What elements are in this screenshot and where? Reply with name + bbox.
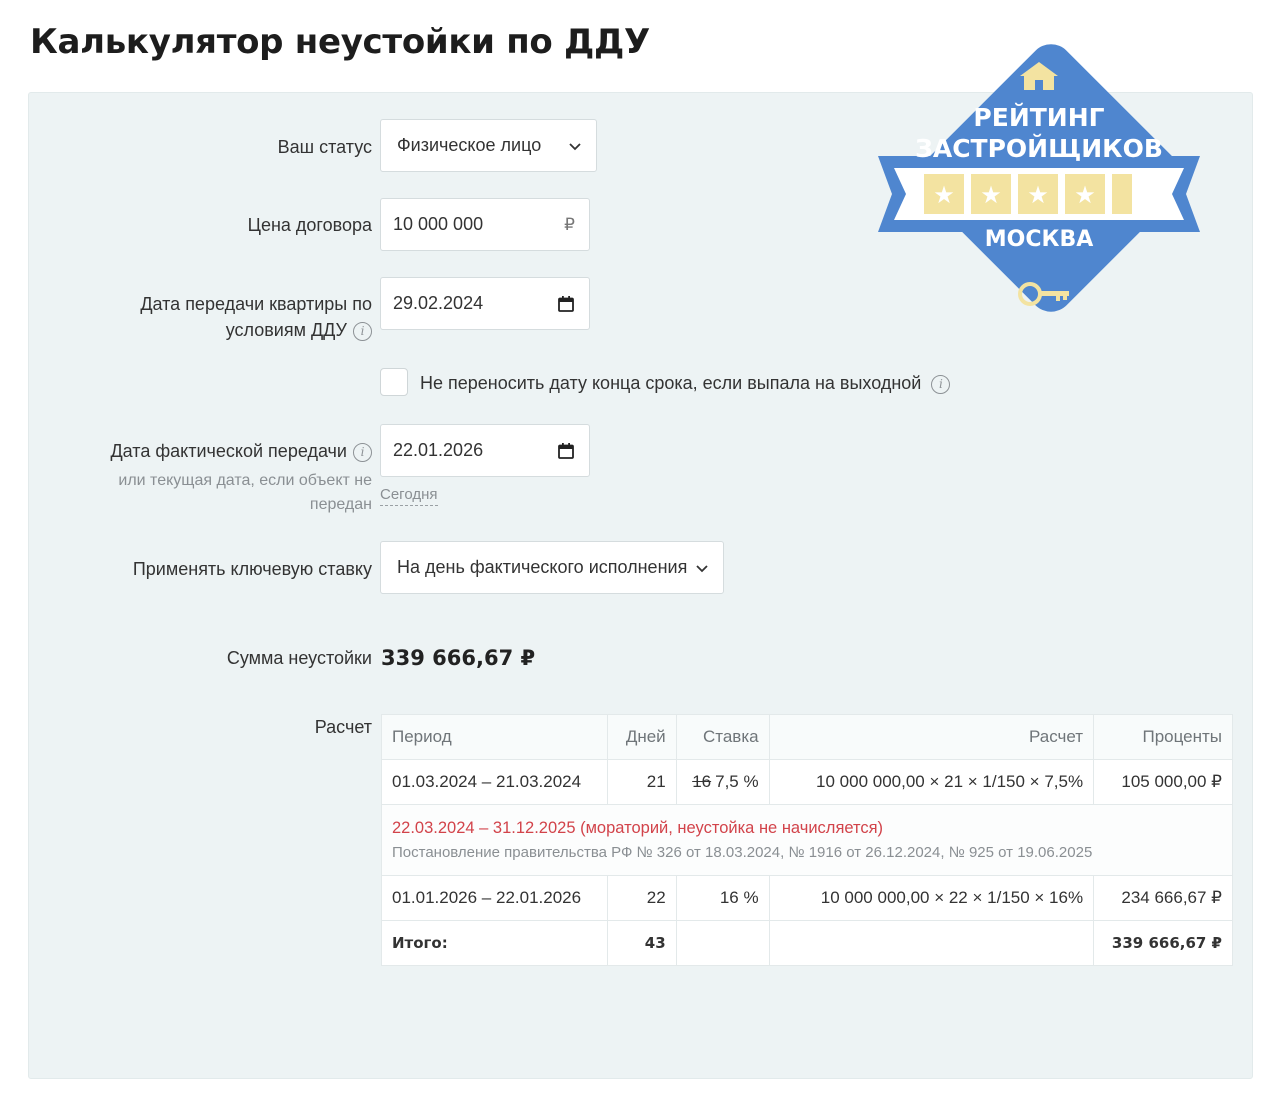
- badge-line1: РЕЙТИНГ: [973, 103, 1104, 132]
- info-icon[interactable]: i: [931, 374, 951, 394]
- header-period: Период: [381, 714, 608, 760]
- no-shift-label-text: Не переносить дату конца срока, если вып…: [420, 373, 922, 393]
- transfer-date-label-line1: Дата передачи квартиры по: [140, 294, 372, 314]
- total-empty-calc: [768, 920, 1095, 966]
- moratorium-text: 22.03.2024 – 31.12.2025 (мораторий, неус…: [392, 819, 884, 837]
- badge-city: МОСКВА: [985, 227, 1094, 252]
- key-rate-select[interactable]: На день фактического исполнения: [380, 541, 724, 594]
- status-select-value: Физическое лицо: [397, 135, 542, 155]
- actual-date-hint-line2: передан: [309, 496, 372, 513]
- svg-text:★: ★: [1027, 181, 1049, 209]
- transfer-date-label-line2: условиям ДДУ: [225, 320, 347, 340]
- rating-badge-logo: ★ ★ ★ ★ РЕЙТИНГ ЗАСТРОЙЩИКОВ МОСКВА: [878, 44, 1200, 312]
- price-input-value: 10 000 000: [393, 214, 484, 234]
- key-rate-select-value: На день фактического исполнения: [397, 557, 688, 577]
- total-label: Итого:: [381, 920, 608, 966]
- total-empty-rate: [675, 920, 770, 966]
- moratorium-row: 22.03.2024 – 31.12.2025 (мораторий, неус…: [381, 804, 1233, 876]
- transfer-date-label: Дата передачи квартиры по условиям ДДУ i: [140, 291, 372, 343]
- page-title: Калькулятор неустойки по ДДУ: [30, 22, 650, 62]
- moratorium-cell: 22.03.2024 – 31.12.2025 (мораторий, неус…: [381, 804, 1233, 876]
- actual-date-label-text: Дата фактической передачи: [110, 441, 347, 461]
- row-period: 01.01.2026 – 22.01.2026: [381, 875, 608, 921]
- table-header-row: Период Дней Ставка Расчет Проценты: [381, 714, 1233, 760]
- row-days: 22: [606, 875, 677, 921]
- row-rate: 16 %: [675, 875, 770, 921]
- currency-suffix: ₽: [564, 214, 575, 234]
- calendar-icon[interactable]: [557, 442, 575, 460]
- svg-text:★: ★: [980, 181, 1002, 209]
- table-row: 01.03.2024 – 21.03.2024 21 16 7,5 % 10 00…: [381, 759, 1233, 805]
- info-icon[interactable]: i: [353, 442, 372, 462]
- status-select[interactable]: Физическое лицо: [380, 119, 597, 172]
- row-interest: 105 000,00 ₽: [1093, 759, 1233, 805]
- actual-date-value: 22.01.2026: [393, 440, 484, 460]
- row-rate: 16 7,5 %: [675, 759, 770, 805]
- price-input[interactable]: 10 000 000 ₽: [380, 198, 590, 251]
- no-shift-label: Не переносить дату конца срока, если вып…: [420, 370, 951, 396]
- row-period: 01.03.2024 – 21.03.2024: [381, 759, 608, 805]
- info-icon[interactable]: i: [353, 321, 372, 341]
- calendar-icon[interactable]: [557, 295, 575, 313]
- badge-line2: ЗАСТРОЙЩИКОВ: [915, 134, 1163, 163]
- row-days: 21: [606, 759, 677, 805]
- today-link[interactable]: Сегодня: [380, 485, 438, 506]
- row-calc: 10 000 000,00 × 21 × 1/150 × 7,5%: [768, 759, 1095, 805]
- chevron-down-icon: [696, 564, 708, 572]
- header-days: Дней: [606, 714, 677, 760]
- moratorium-note: Постановление правительства РФ № 326 от …: [392, 844, 1093, 861]
- sum-label: Сумма неустойки: [226, 648, 372, 668]
- new-rate: 7,5 %: [715, 772, 759, 791]
- total-interest: 339 666,67 ₽: [1093, 920, 1233, 966]
- header-rate: Ставка: [675, 714, 770, 760]
- calc-label: Расчет: [314, 717, 372, 737]
- row-interest: 234 666,67 ₽: [1093, 875, 1233, 921]
- total-row: Итого: 43 339 666,67 ₽: [381, 920, 1233, 966]
- no-shift-checkbox[interactable]: [380, 368, 408, 396]
- key-rate-label: Применять ключевую ставку: [132, 559, 372, 579]
- svg-text:★: ★: [933, 181, 955, 209]
- actual-date-input[interactable]: 22.01.2026: [380, 424, 590, 477]
- actual-date-hint-line1: или текущая дата, если объект не: [118, 472, 372, 489]
- total-days: 43: [606, 920, 677, 966]
- actual-date-hint: или текущая дата, если объект не передан: [72, 469, 372, 517]
- penalty-amount: 339 666,67 ₽: [381, 646, 536, 670]
- status-label: Ваш статус: [277, 137, 372, 157]
- transfer-date-value: 29.02.2024: [393, 293, 484, 313]
- transfer-date-input[interactable]: 29.02.2024: [380, 277, 590, 330]
- svg-text:★: ★: [1074, 181, 1096, 209]
- price-label: Цена договора: [247, 215, 372, 235]
- old-rate: 16: [692, 772, 712, 791]
- chevron-down-icon: [569, 142, 581, 150]
- calculation-table: Период Дней Ставка Расчет Проценты 01.03…: [381, 714, 1233, 966]
- header-calc: Расчет: [768, 714, 1095, 760]
- table-row: 01.01.2026 – 22.01.2026 22 16 % 10 000 0…: [381, 875, 1233, 921]
- header-interest: Проценты: [1093, 714, 1233, 760]
- actual-date-label: Дата фактической передачи i: [110, 438, 372, 464]
- row-calc: 10 000 000,00 × 22 × 1/150 × 16%: [768, 875, 1095, 921]
